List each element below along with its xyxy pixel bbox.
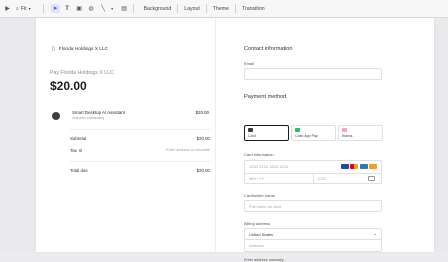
- tax-row: Tax Enter address to calculate: [70, 148, 210, 153]
- product-description: One-time onboarding: [72, 116, 104, 120]
- menu-background[interactable]: Background: [138, 6, 178, 12]
- amex-icon: [359, 164, 368, 169]
- line-item: Smart Desktop AI Assistant One-time onbo…: [52, 110, 209, 124]
- email-label: Email: [244, 61, 255, 66]
- card-icon: [248, 128, 253, 132]
- payment-method-label: Cash App Pay: [295, 134, 318, 138]
- tax-label: Tax: [70, 148, 77, 153]
- text-icon[interactable]: T: [63, 4, 72, 13]
- card-cvc-field[interactable]: CVC: [318, 176, 326, 181]
- merchant-name: Florida Holdings X LLC: [58, 46, 109, 52]
- pointer-icon[interactable]: ➤: [50, 4, 60, 13]
- contact-title: Contact information: [244, 46, 293, 52]
- merchant-header: ▯ Florida Holdings X LLC: [52, 46, 108, 52]
- payment-method-label: Card: [248, 134, 256, 138]
- payment-form: Contact information Email Payment method…: [217, 18, 434, 262]
- payment-method-card[interactable]: Card: [244, 125, 289, 141]
- play-icon[interactable]: ▶: [3, 4, 12, 13]
- zoom-fit-dropdown[interactable]: ⌕ Fit ▾: [16, 6, 31, 12]
- subtotal-row: Subtotal $20.00: [70, 136, 210, 141]
- card-divider: [313, 173, 314, 184]
- line-dropdown-icon[interactable]: ▾: [108, 4, 117, 13]
- toolbar-divider: [132, 4, 134, 13]
- enter-address-manually-link[interactable]: Enter address manually: [244, 258, 284, 262]
- menu-layout[interactable]: Layout: [178, 6, 206, 12]
- product-name: Smart Desktop AI Assistant: [72, 110, 125, 115]
- info-icon[interactable]: [78, 148, 83, 153]
- product-thumbnail: [52, 112, 60, 120]
- payment-method-klarna[interactable]: Klarna: [338, 125, 383, 141]
- amount-due: $20.00: [50, 79, 87, 93]
- product-price: $20.00: [195, 110, 209, 115]
- payment-method-label: Klarna: [342, 134, 353, 138]
- discover-icon: [369, 164, 377, 169]
- billing-label: Billing address: [244, 221, 271, 226]
- total-value: $20.00: [196, 168, 210, 173]
- klarna-icon: [342, 128, 347, 132]
- total-label: Total due: [70, 168, 88, 173]
- store-icon: ▯: [52, 46, 55, 52]
- zoom-icon: ⌕: [16, 5, 19, 12]
- pay-label: Pay Florida Holdings X LLC: [50, 70, 114, 76]
- payment-method-cashapp[interactable]: Cash App Pay: [291, 125, 336, 141]
- toolbar-divider: [42, 4, 44, 13]
- summary-divider: [70, 161, 210, 162]
- card-brands: [340, 164, 377, 169]
- checkout-page: ▯ Florida Holdings X LLC Pay Florida Hol…: [36, 18, 434, 262]
- shapes-icon[interactable]: ◍: [87, 4, 96, 13]
- subtotal-label: Subtotal: [70, 136, 87, 141]
- tax-hint: Enter address to calculate: [166, 148, 210, 152]
- chart-icon[interactable]: ▤: [120, 4, 129, 13]
- cardholder-field[interactable]: Full name on card: [244, 200, 382, 212]
- mastercard-icon: [350, 164, 358, 169]
- line-icon[interactable]: ╲: [99, 4, 108, 13]
- summary-divider: [70, 129, 210, 130]
- cvc-card-icon: [368, 176, 375, 181]
- country-select[interactable]: United States ⌄: [244, 228, 382, 240]
- chevron-down-icon: ⌄: [373, 231, 377, 236]
- subtotal-value: $20.00: [196, 136, 210, 141]
- country-value: United States: [249, 232, 274, 237]
- card-info-label: Card information: [244, 152, 274, 157]
- menu-transition[interactable]: Transition: [236, 6, 271, 12]
- card-number-field[interactable]: 1234 1234 1234 1234: [249, 164, 288, 169]
- visa-icon: [340, 164, 349, 169]
- menu-theme[interactable]: Theme: [207, 6, 235, 12]
- payment-method-title: Payment method: [244, 94, 287, 100]
- card-info-group: 1234 1234 1234 1234 MM / YY CVC: [244, 160, 382, 184]
- zoom-fit-label: Fit: [20, 5, 27, 12]
- cashapp-icon: [295, 128, 300, 132]
- chevron-down-icon: ▾: [28, 6, 31, 11]
- email-field[interactable]: [244, 68, 382, 80]
- editor-toolbar: ▶ ⌕ Fit ▾ ➤ T ▣ ◍ ╲ ▾ ▤ Background Layou…: [0, 0, 448, 18]
- total-row: Total due $20.00: [70, 168, 210, 173]
- card-expiry-field[interactable]: MM / YY: [249, 176, 264, 181]
- order-summary-panel: ▯ Florida Holdings X LLC Pay Florida Hol…: [36, 18, 216, 252]
- cardholder-label: Cardholder name: [244, 193, 275, 198]
- address-field[interactable]: Address: [244, 240, 382, 252]
- image-icon[interactable]: ▣: [75, 4, 84, 13]
